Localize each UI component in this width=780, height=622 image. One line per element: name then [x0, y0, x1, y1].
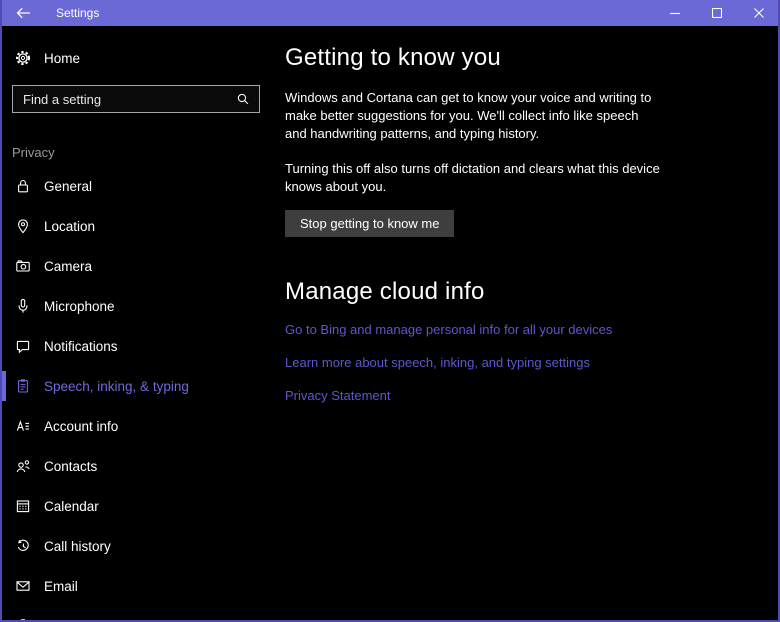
sidebar-nav: General Location Camera Microphone Notif… — [2, 166, 272, 622]
sidebar-item-call-history[interactable]: Call history — [2, 526, 272, 566]
sidebar-item-label: Microphone — [44, 298, 115, 314]
contacts-icon — [15, 458, 31, 474]
maximize-icon — [712, 8, 722, 18]
main-content: Getting to know you Windows and Cortana … — [272, 26, 778, 620]
close-icon — [754, 8, 764, 18]
email-icon — [15, 578, 31, 594]
stop-getting-to-know-me-button[interactable]: Stop getting to know me — [285, 210, 455, 237]
minimize-icon — [670, 12, 680, 15]
sidebar-item-home[interactable]: Home — [2, 44, 272, 72]
cloud-link[interactable]: Go to Bing and manage personal info for … — [285, 321, 748, 339]
description-paragraph-1: Windows and Cortana can get to know your… — [285, 90, 652, 141]
sidebar-item-contacts[interactable]: Contacts — [2, 446, 272, 486]
sidebar-item-tasks[interactable]: Tasks — [2, 606, 272, 622]
sidebar-item-label: Tasks — [44, 619, 79, 621]
sidebar: Home Privacy General Location Camera Mic… — [2, 26, 272, 622]
cloud-links: Go to Bing and manage personal info for … — [285, 321, 748, 405]
back-arrow-icon — [16, 7, 30, 19]
camera-icon — [15, 258, 31, 274]
cloud-link[interactable]: Privacy Statement — [285, 387, 748, 405]
sidebar-item-label: Speech, inking, & typing — [44, 378, 189, 394]
tasks-icon — [15, 618, 31, 622]
sidebar-item-microphone[interactable]: Microphone — [2, 286, 272, 326]
search-icon[interactable] — [236, 92, 250, 106]
calendar-icon — [15, 498, 31, 514]
sidebar-item-label: Contacts — [44, 458, 98, 474]
page-title: Getting to know you — [285, 44, 501, 71]
window-title: Settings — [56, 6, 100, 20]
microphone-icon — [15, 298, 31, 314]
sidebar-item-label: Email — [44, 578, 78, 594]
sidebar-item-calendar[interactable]: Calendar — [2, 486, 272, 526]
sidebar-item-label: Camera — [44, 258, 93, 274]
account-icon — [15, 418, 31, 434]
maximize-button[interactable] — [696, 0, 738, 26]
cloud-link[interactable]: Learn more about speech, inking, and typ… — [285, 354, 748, 372]
notifications-icon — [15, 338, 31, 354]
sidebar-item-label: Location — [44, 218, 96, 234]
home-label: Home — [44, 50, 81, 66]
back-button[interactable] — [2, 0, 46, 26]
sidebar-item-label: Call history — [44, 538, 111, 554]
speech-icon — [15, 378, 31, 394]
close-button[interactable] — [738, 0, 778, 26]
location-icon — [15, 218, 31, 234]
gear-icon — [15, 50, 31, 66]
sidebar-item-label: Notifications — [44, 338, 118, 354]
sidebar-item-label: Account info — [44, 418, 119, 434]
sidebar-item-location[interactable]: Location — [2, 206, 272, 246]
sidebar-item-label: General — [44, 178, 93, 194]
sidebar-item-camera[interactable]: Camera — [2, 246, 272, 286]
description-paragraph-2: Turning this off also turns off dictatio… — [285, 161, 660, 194]
minimize-button[interactable] — [654, 0, 696, 26]
manage-cloud-info-heading: Manage cloud info — [285, 278, 485, 305]
call-history-icon — [15, 538, 31, 554]
titlebar: Settings — [2, 0, 778, 26]
sidebar-item-general[interactable]: General — [2, 166, 272, 206]
search-box — [12, 85, 260, 113]
search-input[interactable] — [23, 91, 236, 107]
settings-window: Settings Home Privacy General — [0, 0, 780, 622]
sidebar-item-account-info[interactable]: Account info — [2, 406, 272, 446]
lock-icon — [15, 178, 31, 194]
sidebar-item-notifications[interactable]: Notifications — [2, 326, 272, 366]
sidebar-item-speech-inking-typing[interactable]: Speech, inking, & typing — [2, 366, 272, 406]
sidebar-item-email[interactable]: Email — [2, 566, 272, 606]
privacy-group-label: Privacy — [12, 145, 55, 160]
sidebar-item-label: Calendar — [44, 498, 99, 514]
